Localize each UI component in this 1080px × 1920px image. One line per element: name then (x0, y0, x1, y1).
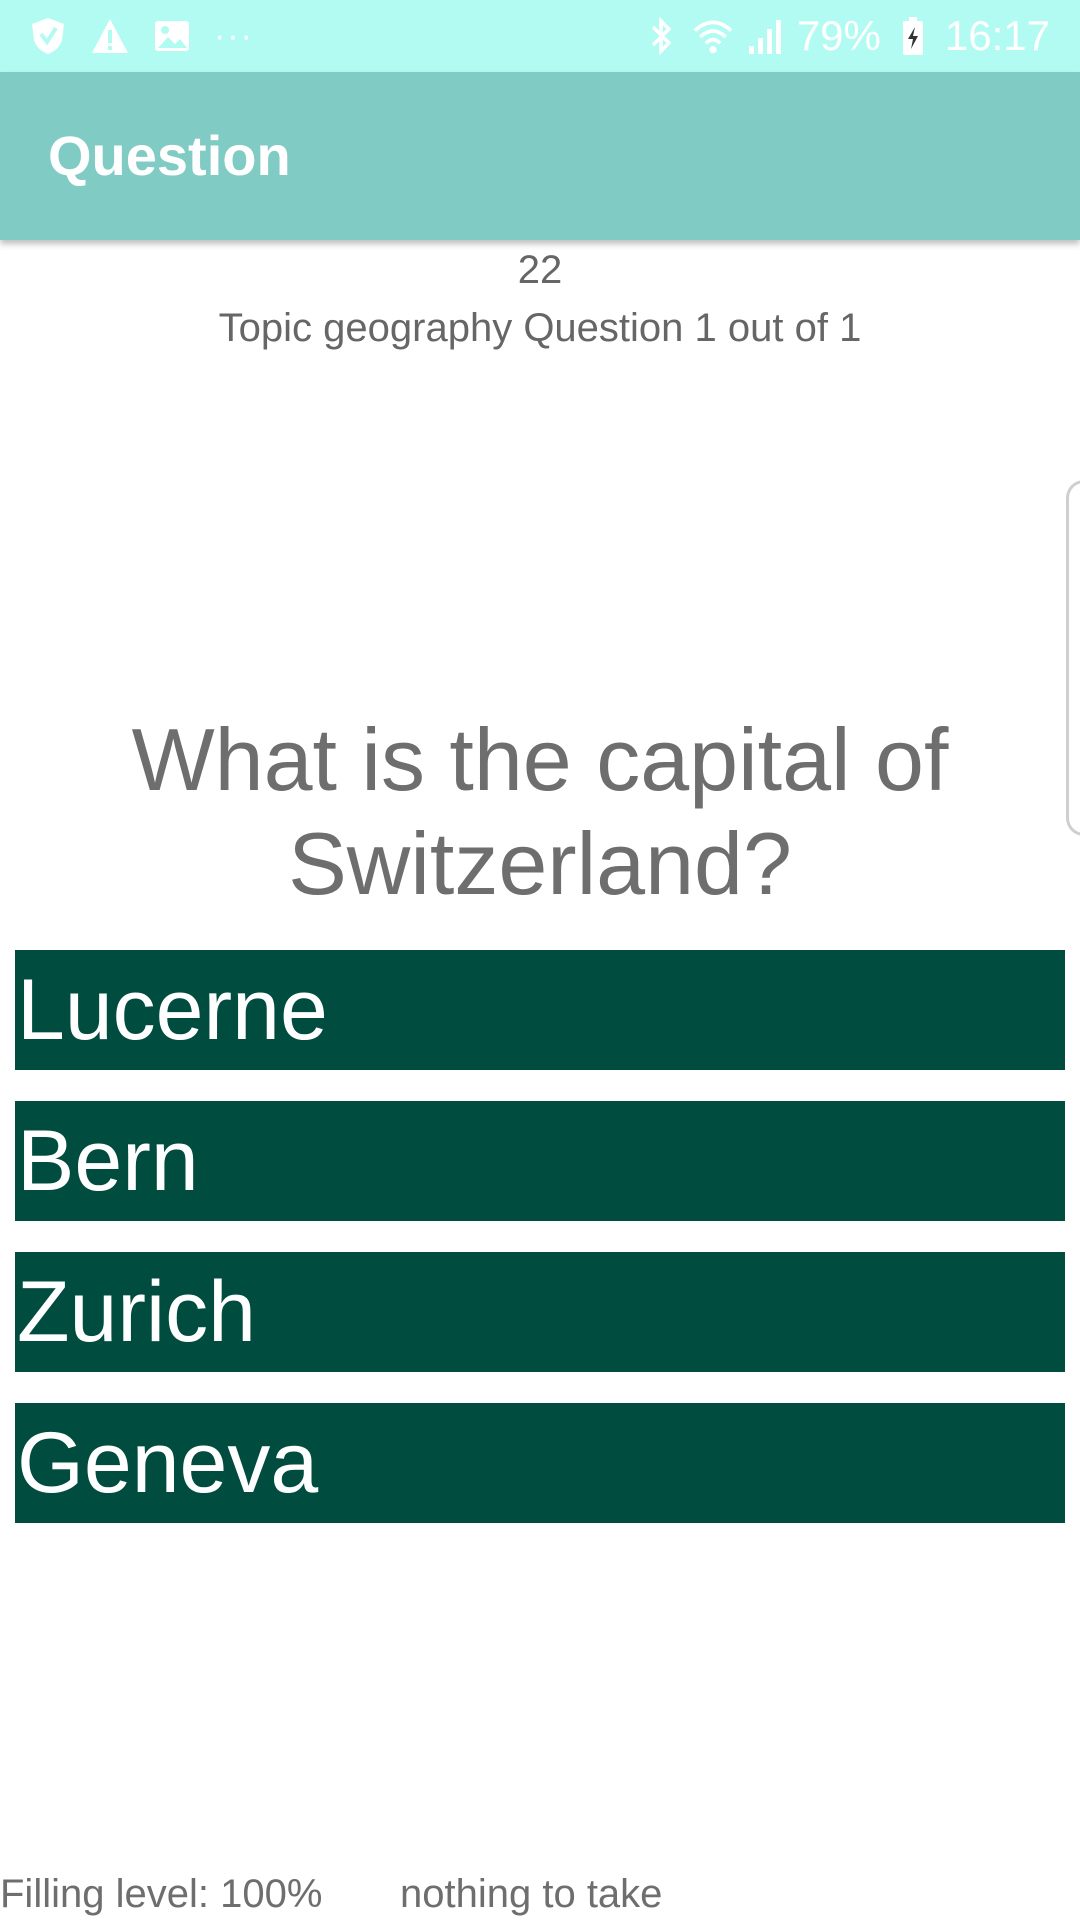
shield-icon (28, 16, 68, 56)
take-status-label: nothing to take (400, 1872, 663, 1916)
warning-icon (90, 16, 130, 56)
answer-button-geneva[interactable]: Geneva (15, 1403, 1065, 1523)
battery-charging-icon (893, 16, 933, 56)
app-bar-title: Question (48, 124, 291, 187)
question-counter: 22 (517, 248, 563, 292)
filling-level-label: Filling level: 100% (0, 1872, 323, 1916)
image-icon (152, 16, 192, 56)
answer-button-lucerne[interactable]: Lucerne (15, 950, 1065, 1070)
status-bar: ··· 79% 16:17 (0, 0, 1080, 72)
footer: Filling level: 100% nothing to take (0, 1868, 1080, 1920)
status-bar-left: ··· (28, 14, 254, 58)
answer-button-bern[interactable]: Bern (15, 1101, 1065, 1221)
question-text: What is the capital of Switzerland? (131, 710, 949, 913)
status-bar-right: 79% 16:17 (641, 10, 1050, 62)
more-dots-icon: ··· (214, 17, 254, 55)
signal-icon (745, 16, 785, 56)
app-bar: Question (0, 72, 1080, 240)
topic-progress-label: Topic geography Question 1 out of 1 (218, 306, 862, 350)
edge-panel-handle[interactable] (1066, 480, 1080, 836)
answer-button-zurich[interactable]: Zurich (15, 1252, 1065, 1372)
bluetooth-icon (641, 16, 681, 56)
clock: 16:17 (944, 12, 1050, 59)
battery-percent: 79% (796, 12, 881, 59)
wifi-icon (693, 16, 733, 56)
